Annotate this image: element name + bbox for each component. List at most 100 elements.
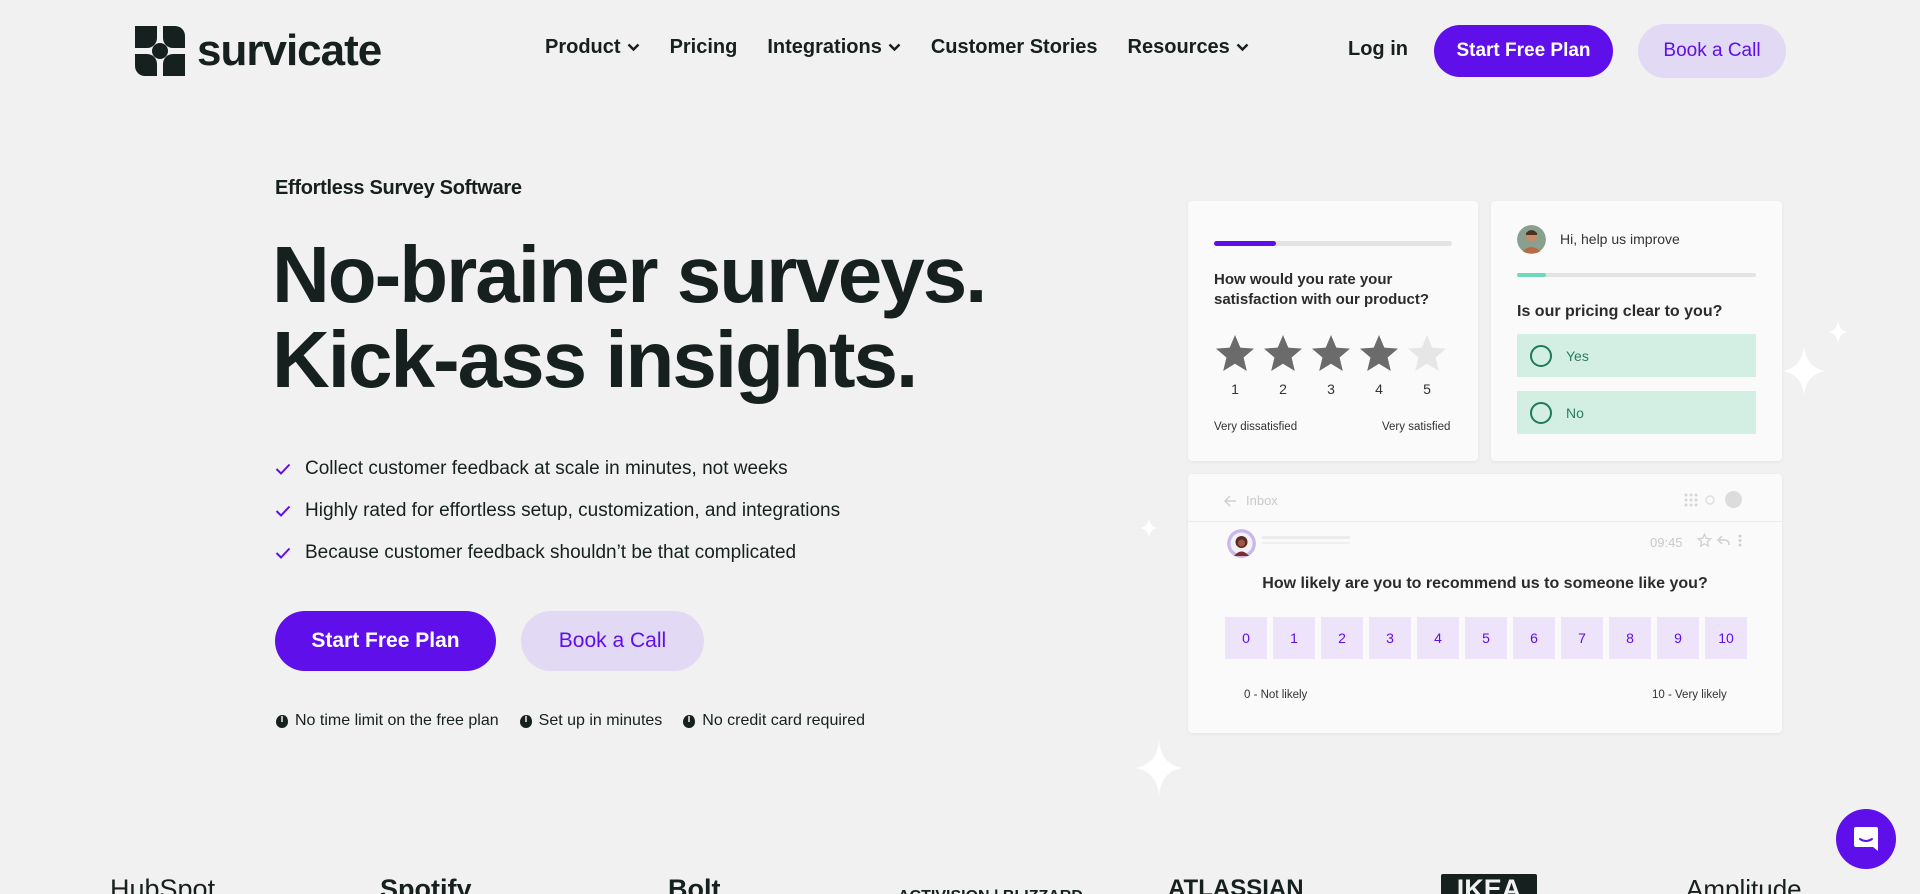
perk-item: No time limit on the free plan	[275, 712, 499, 730]
nav-integrations[interactable]: Integrations	[767, 36, 901, 59]
profile-dot-icon	[1725, 491, 1742, 508]
login-link[interactable]: Log in	[1348, 38, 1408, 61]
perk-item: Set up in minutes	[519, 712, 663, 730]
main-nav: Product Pricing Integrations Customer St…	[545, 36, 1249, 59]
pricing-question: Is our pricing clear to you?	[1517, 303, 1723, 320]
rating-low-label: Very dissatisfied	[1214, 421, 1298, 433]
hero-book-call-button[interactable]: Book a Call	[521, 611, 704, 671]
sender-email-placeholder	[1262, 542, 1350, 544]
chevron-down-icon	[888, 43, 901, 52]
nps-score-7[interactable]: 7	[1561, 617, 1603, 659]
bell-icon	[1705, 495, 1715, 505]
chevron-down-icon	[627, 43, 639, 52]
star-number: 5	[1423, 381, 1431, 397]
logo-amplitude: Amplitude	[1686, 874, 1802, 894]
feature-item: Because customer feedback shouldn’t be t…	[275, 532, 840, 574]
header-book-call-button[interactable]: Book a Call	[1638, 24, 1786, 78]
perk-text: Set up in minutes	[538, 712, 663, 729]
rating-question: How would you rate your satisfaction wit…	[1214, 271, 1430, 308]
star-outline-icon	[1697, 533, 1712, 548]
nps-high-label: 10 - Very likely	[1652, 689, 1727, 701]
star-filled-icon[interactable]	[1263, 334, 1303, 374]
logo-atlassian: ATLASSIAN	[1168, 875, 1304, 894]
inbox-divider	[1188, 521, 1782, 522]
hero-headline-line-2: Kick-ass insights.	[272, 315, 918, 404]
avatar	[1517, 225, 1546, 254]
nps-score-2[interactable]: 2	[1321, 617, 1363, 659]
reply-icon	[1717, 535, 1730, 545]
star-filled-icon[interactable]	[1215, 334, 1255, 374]
perk-item: No credit card required	[682, 712, 865, 730]
option-label: Yes	[1566, 347, 1589, 364]
nps-question: How likely are you to recommend us to so…	[1262, 575, 1708, 592]
inbox-label: Inbox	[1246, 493, 1278, 508]
nps-scale: 0 1 2 3 4 5 6 7 8 9 10	[1225, 617, 1747, 659]
nav-product[interactable]: Product	[545, 36, 640, 59]
feature-item: Highly rated for effortless setup, custo…	[275, 490, 840, 532]
rating-high-label: Very satisfied	[1382, 421, 1451, 433]
nav-customer-stories[interactable]: Customer Stories	[931, 36, 1098, 59]
nps-score-6[interactable]: 6	[1513, 617, 1555, 659]
chat-icon	[1854, 827, 1878, 851]
leaf-icon	[276, 714, 288, 728]
nps-score-3[interactable]: 3	[1369, 617, 1411, 659]
star-filled-icon[interactable]	[1311, 334, 1351, 374]
leaf-icon	[519, 714, 532, 728]
sender-avatar	[1227, 529, 1256, 558]
logo-spotify: Spotify	[380, 874, 472, 894]
nav-pricing[interactable]: Pricing	[670, 36, 738, 59]
hero-eyebrow: Effortless Survey Software	[275, 177, 522, 199]
logo-bolt: Bolt	[668, 874, 721, 894]
perks-row: No time limit on the free plan Set up in…	[275, 712, 865, 730]
nav-resources[interactable]: Resources	[1128, 36, 1249, 59]
check-icon	[275, 547, 291, 559]
survicate-logo[interactable]: survicate	[133, 24, 382, 78]
nav-pricing-label: Pricing	[669, 36, 738, 58]
check-icon	[275, 463, 291, 475]
nav-customer-stories-label: Customer Stories	[930, 36, 1098, 58]
hero-start-free-plan-button[interactable]: Start Free Plan	[275, 611, 496, 671]
logo-ikea: IKEA	[1441, 874, 1537, 894]
nav-resources-label: Resources	[1127, 36, 1230, 58]
option-label: No	[1566, 404, 1584, 421]
sparkle-icon	[1828, 320, 1848, 344]
star-filled-icon[interactable]	[1359, 334, 1399, 374]
nav-integrations-label: Integrations	[767, 36, 882, 58]
sparkle-icon	[1140, 518, 1158, 538]
star-number: 4	[1375, 381, 1383, 397]
logo-hubspot: HubSpot	[110, 874, 216, 894]
logo-wordmark: survicate	[197, 26, 382, 75]
sparkle-icon	[1782, 346, 1826, 396]
hero-headline-line-1: No-brainer surveys.	[272, 230, 987, 319]
check-icon	[275, 505, 291, 517]
nps-score-10[interactable]: 10	[1705, 617, 1747, 659]
email-time: 09:45	[1650, 535, 1683, 550]
star-number: 1	[1231, 381, 1239, 397]
nps-score-5[interactable]: 5	[1465, 617, 1507, 659]
nps-score-0[interactable]: 0	[1225, 617, 1267, 659]
header-start-free-plan-button[interactable]: Start Free Plan	[1434, 25, 1613, 77]
pricing-progress-fill	[1517, 273, 1546, 277]
rating-progress-fill	[1214, 241, 1276, 246]
nps-score-4[interactable]: 4	[1417, 617, 1459, 659]
pricing-greeting: Hi, help us improve	[1560, 231, 1680, 247]
nps-low-label: 0 - Not likely	[1244, 689, 1308, 701]
star-number: 2	[1279, 381, 1287, 397]
star-empty-icon[interactable]	[1407, 334, 1447, 374]
sparkle-icon	[1135, 740, 1183, 796]
hero-headline: No-brainer surveys. Kick-ass insights.	[272, 230, 987, 404]
nps-score-8[interactable]: 8	[1609, 617, 1651, 659]
nps-score-9[interactable]: 9	[1657, 617, 1699, 659]
option-no[interactable]: No	[1517, 391, 1756, 434]
feature-text: Because customer feedback shouldn’t be t…	[305, 542, 797, 563]
site-header: survicate Product Pricing Integrations C…	[0, 0, 1920, 100]
sender-name-placeholder	[1262, 536, 1350, 539]
nav-product-label: Product	[545, 36, 621, 58]
radio-icon	[1530, 344, 1552, 367]
pricing-progress-bar	[1517, 273, 1756, 277]
option-yes[interactable]: Yes	[1517, 334, 1756, 377]
chevron-down-icon	[1236, 43, 1249, 52]
feature-text: Highly rated for effortless setup, custo…	[305, 500, 841, 521]
nps-score-1[interactable]: 1	[1273, 617, 1315, 659]
chat-launcher-button[interactable]	[1836, 809, 1896, 869]
